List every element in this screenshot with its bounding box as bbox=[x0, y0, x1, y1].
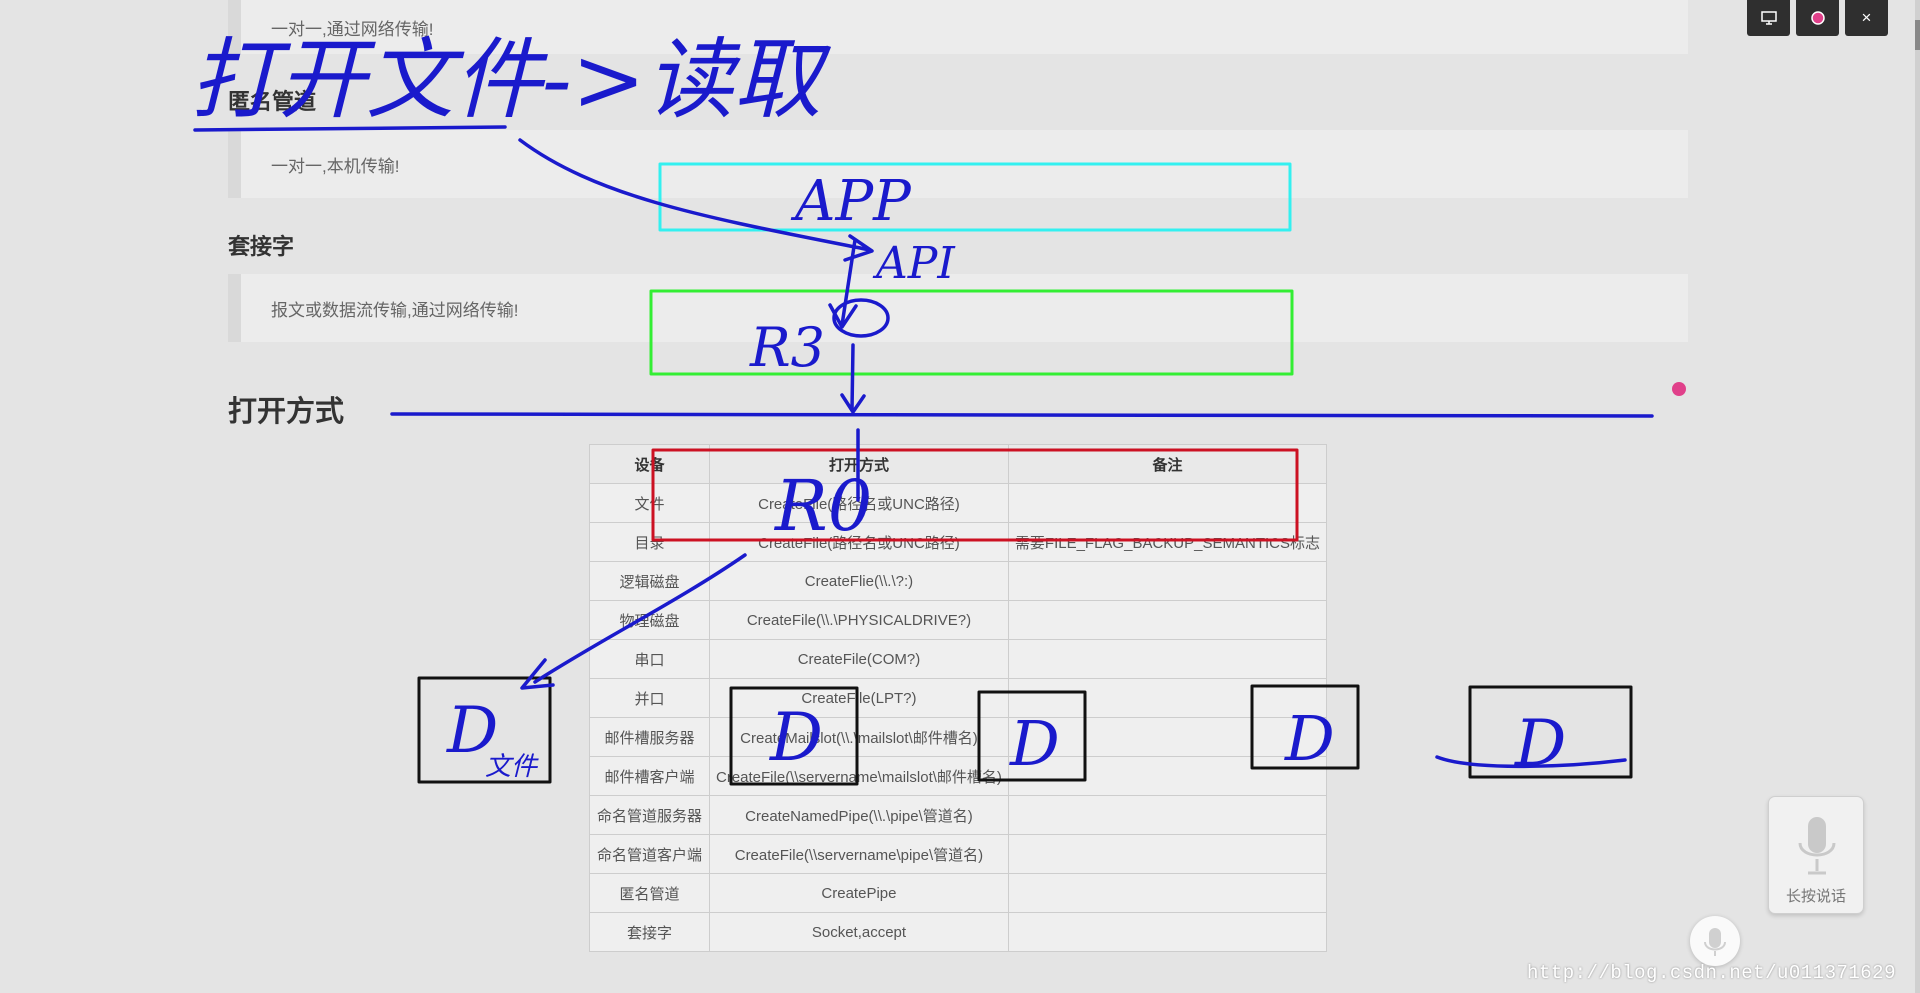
ink-driver-b: D bbox=[769, 699, 823, 776]
microphone-icon bbox=[1798, 817, 1836, 875]
r3-box bbox=[649, 289, 1294, 376]
document-page: 一对一,通过网络传输! 匿名管道 一对一,本机传输! 套接字 报文或数据流传输,… bbox=[0, 0, 1920, 993]
ink-driver-e: D bbox=[1514, 707, 1566, 781]
voice-input-widget[interactable]: 长按说话 bbox=[1768, 796, 1864, 914]
ink-app: APP bbox=[790, 169, 912, 234]
record-button[interactable] bbox=[1796, 0, 1839, 36]
heading-underline bbox=[390, 412, 1654, 418]
close-button[interactable]: × bbox=[1845, 0, 1888, 36]
record-icon bbox=[1810, 11, 1825, 25]
ink-driver-sub: 文件 bbox=[485, 752, 539, 782]
ink-title: 打开文件->读取 bbox=[190, 28, 831, 131]
presentation-toolbar: × bbox=[1747, 0, 1888, 36]
app-box bbox=[658, 162, 1292, 232]
ink-annotation-layer: 打开文件->读取 APP API R3 R0 D 文件 D D D D bbox=[190, 28, 1686, 786]
ink-r0: R0 bbox=[773, 465, 872, 547]
watermark: http://blog.csdn.net/u011371629 bbox=[1527, 962, 1896, 984]
arrow-r3-to-r0 bbox=[840, 343, 866, 414]
scrollbar-thumb[interactable] bbox=[1915, 20, 1920, 50]
screen-button[interactable] bbox=[1747, 0, 1790, 36]
ink-driver-c: D bbox=[1009, 707, 1060, 780]
voice-label: 长按说话 bbox=[1785, 888, 1846, 905]
ink-driver-d: D bbox=[1284, 702, 1335, 775]
r0-box bbox=[651, 448, 1299, 542]
arrow-r0-to-driver bbox=[520, 553, 747, 690]
ink-api: API bbox=[872, 238, 956, 289]
monitor-icon bbox=[1760, 11, 1777, 25]
microphone-icon bbox=[1704, 928, 1726, 956]
record-indicator bbox=[1672, 382, 1686, 396]
mic-button[interactable] bbox=[1690, 916, 1740, 966]
scrollbar[interactable] bbox=[1915, 0, 1920, 993]
ink-r3: R3 bbox=[749, 316, 825, 379]
